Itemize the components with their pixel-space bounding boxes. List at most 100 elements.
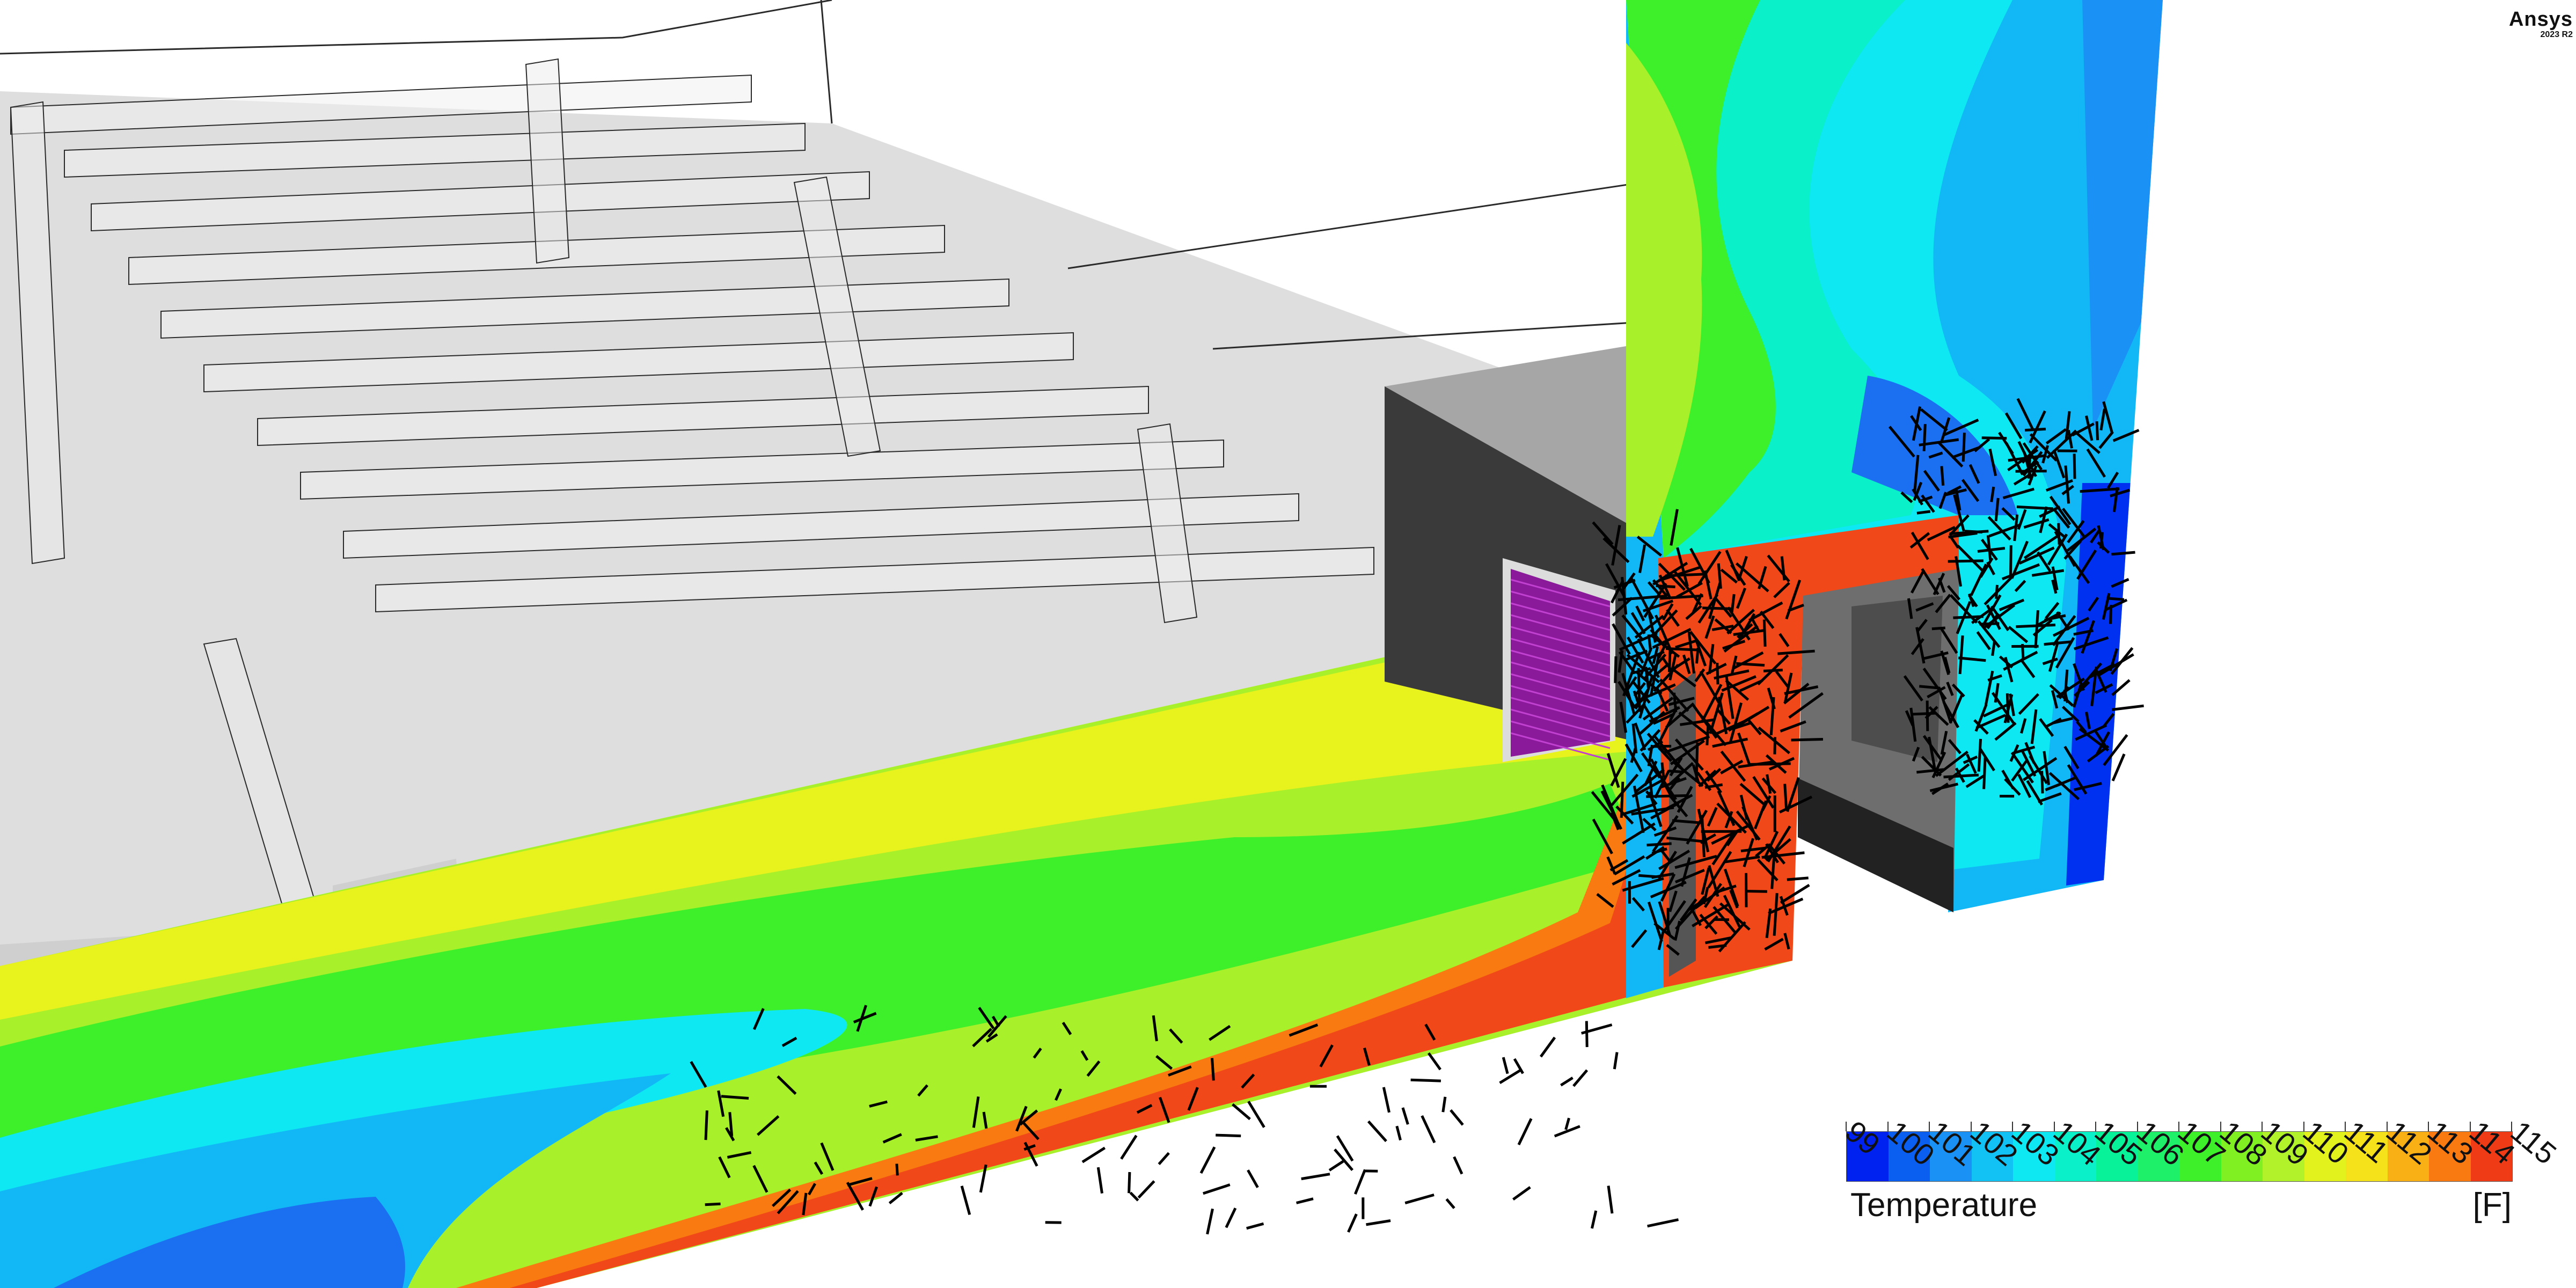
velocity-vector bbox=[1564, 1117, 1571, 1130]
velocity-vector bbox=[1137, 1180, 1155, 1199]
velocity-vector bbox=[1502, 1057, 1509, 1074]
velocity-vector bbox=[2016, 505, 2053, 510]
velocity-vector bbox=[1762, 619, 1767, 647]
louvre-panel bbox=[1511, 569, 1610, 757]
velocity-vector bbox=[705, 1202, 721, 1206]
legend-tick bbox=[2345, 1122, 2346, 1131]
legend-tick bbox=[2220, 1122, 2221, 1131]
velocity-vector bbox=[1585, 1021, 1589, 1048]
velocity-vector bbox=[2099, 532, 2104, 549]
velocity-vector bbox=[2024, 428, 2046, 432]
velocity-vector bbox=[1353, 1169, 1366, 1195]
velocity-vector bbox=[1736, 662, 1765, 667]
velocity-vector bbox=[1590, 1210, 1598, 1229]
velocity-vector bbox=[1665, 573, 1708, 577]
velocity-vector bbox=[1445, 1198, 1455, 1209]
velocity-vector bbox=[1614, 656, 1618, 683]
velocity-vector bbox=[1750, 762, 1791, 766]
legend-tick bbox=[1846, 1122, 1847, 1131]
legend-tick bbox=[2095, 1122, 2096, 1131]
legend-tick bbox=[2012, 1122, 2013, 1131]
velocity-vector bbox=[960, 1185, 971, 1216]
velocity-vector bbox=[1977, 738, 1982, 772]
brand-logo: Ansys 2023 R2 bbox=[2509, 9, 2573, 40]
velocity-vector bbox=[2073, 453, 2076, 479]
velocity-vector bbox=[1404, 1193, 1435, 1205]
legend-tick bbox=[2428, 1122, 2429, 1131]
velocity-vector bbox=[1916, 510, 1931, 515]
velocity-vector bbox=[1922, 424, 1927, 451]
velocity-vector bbox=[1328, 1160, 1344, 1172]
temperature-legend: 99 100 101 102 103 104 105 106 107 108 109 110 111 11… bbox=[1839, 1068, 2563, 1229]
legend-unit: [F] bbox=[2472, 1187, 2512, 1224]
room-outline bbox=[0, 0, 832, 55]
velocity-vector bbox=[1158, 1152, 1170, 1165]
velocity-vector bbox=[1745, 890, 1767, 893]
velocity-vector bbox=[1211, 1058, 1215, 1081]
velocity-vector bbox=[1656, 584, 1675, 589]
velocity-vector bbox=[1206, 1208, 1214, 1235]
legend-tick bbox=[2386, 1122, 2388, 1131]
velocity-vector bbox=[1128, 1172, 1131, 1194]
velocity-vector bbox=[1081, 1146, 1106, 1163]
velocity-vector bbox=[1247, 1169, 1259, 1188]
velocity-vector bbox=[1572, 1069, 1589, 1087]
legend-tick bbox=[2469, 1122, 2471, 1131]
velocity-vector bbox=[1225, 1208, 1237, 1228]
legend-tick bbox=[2053, 1122, 2055, 1131]
velocity-vector bbox=[1129, 1191, 1139, 1202]
velocity-vector bbox=[1401, 1107, 1409, 1125]
velocity-vector bbox=[1620, 781, 1624, 818]
velocity-vector bbox=[1203, 1183, 1231, 1195]
velocity-vector bbox=[1301, 1173, 1330, 1181]
velocity-vector bbox=[704, 1110, 708, 1140]
legend-tick bbox=[1887, 1122, 1889, 1131]
legend-tick bbox=[1929, 1122, 1930, 1131]
velocity-vector bbox=[2095, 421, 2099, 441]
legend-tick bbox=[2511, 1122, 2512, 1131]
velocity-vector bbox=[1953, 615, 1984, 619]
velocity-vector bbox=[1763, 669, 1783, 672]
brand-version: 2023 R2 bbox=[2540, 30, 2573, 39]
velocity-vector bbox=[1783, 784, 1788, 809]
velocity-vector bbox=[1647, 1218, 1679, 1228]
velocity-vector bbox=[2015, 470, 2047, 473]
wall-line-1 bbox=[1067, 181, 1643, 269]
velocity-vector bbox=[1716, 663, 1719, 685]
velocity-vector bbox=[1560, 1077, 1574, 1087]
velocity-vector bbox=[1539, 1036, 1556, 1058]
legend-tick bbox=[2136, 1122, 2138, 1131]
velocity-vector bbox=[1199, 1146, 1216, 1174]
velocity-vector bbox=[1450, 1109, 1464, 1126]
legend-tick bbox=[2178, 1122, 2179, 1131]
velocity-vector bbox=[1499, 1068, 1523, 1085]
velocity-vector bbox=[1613, 1052, 1619, 1070]
velocity-vector bbox=[2016, 624, 2056, 628]
velocity-vector bbox=[1395, 1125, 1402, 1141]
velocity-vector bbox=[2111, 704, 2144, 711]
velocity-vector bbox=[1216, 1133, 1241, 1138]
legend-tick bbox=[2262, 1122, 2263, 1131]
legend-tick bbox=[2303, 1122, 2304, 1131]
velocity-vector bbox=[1787, 876, 1809, 881]
velocity-vector bbox=[1638, 874, 1657, 879]
velocity-vector bbox=[1695, 742, 1699, 782]
brand-name: Ansys bbox=[2508, 8, 2573, 31]
velocity-vector bbox=[1791, 738, 1823, 742]
velocity-vector bbox=[1931, 626, 1945, 631]
velocity-vector bbox=[1246, 1222, 1264, 1230]
velocity-vector bbox=[1296, 1197, 1314, 1204]
velocity-vector bbox=[1421, 1115, 1436, 1144]
velocity-vector bbox=[1427, 1052, 1441, 1071]
velocity-vector bbox=[1607, 1185, 1614, 1214]
velocity-vector bbox=[1512, 1186, 1531, 1201]
velocity-vector bbox=[1410, 1078, 1441, 1082]
velocity-vector bbox=[1453, 1156, 1463, 1175]
velocity-vector bbox=[1382, 1087, 1391, 1113]
velocity-vector bbox=[1912, 712, 1936, 716]
velocity-vector bbox=[1517, 1118, 1533, 1146]
velocity-vector bbox=[1646, 842, 1672, 847]
velocity-vector bbox=[1232, 1103, 1251, 1121]
velocity-vector bbox=[1940, 466, 1945, 486]
velocity-vector bbox=[1347, 1213, 1358, 1233]
